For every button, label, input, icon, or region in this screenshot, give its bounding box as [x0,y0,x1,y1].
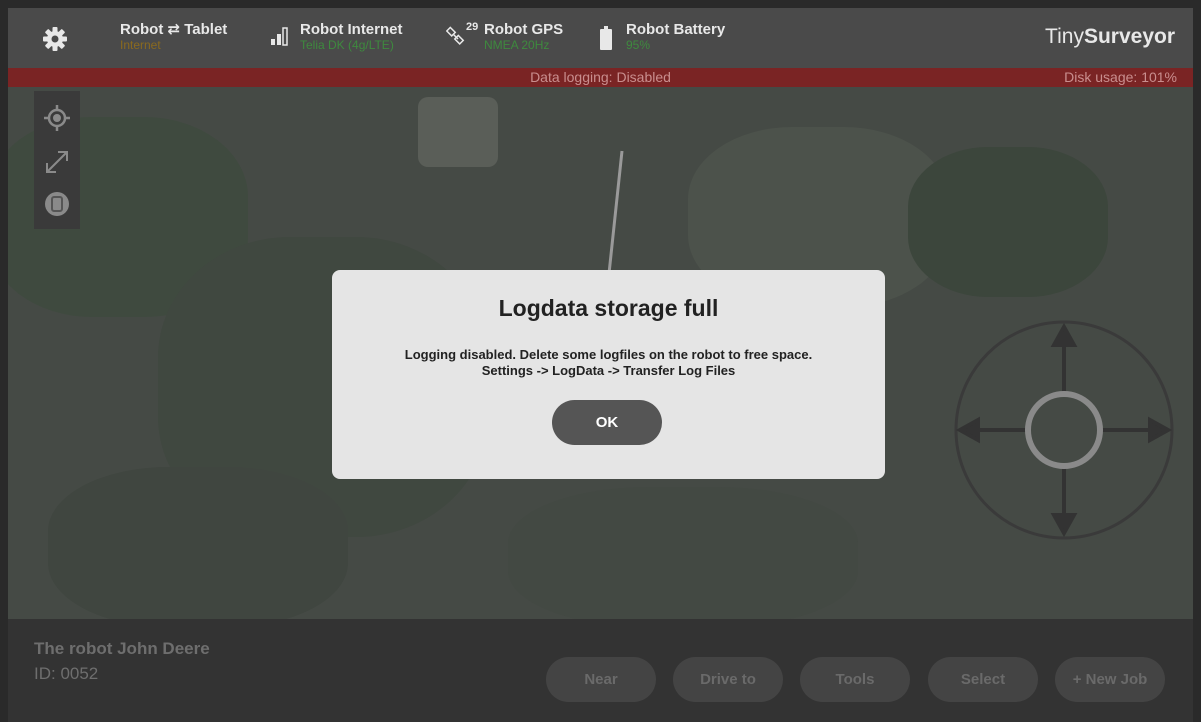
bottom-bar: The robot John Deere ID: 0052 Near Drive… [8,619,1193,722]
robot-heading-line [606,150,624,284]
logging-status: Data logging: Disabled [530,69,671,85]
connection-value: Internet [120,38,161,52]
expand-icon[interactable] [42,147,72,177]
battery-value: 95% [626,38,651,52]
signal-bars-icon [270,26,292,51]
battery-title: Robot Battery [626,21,726,38]
layers-icon[interactable] [42,189,72,219]
storage-full-dialog: Logdata storage full Logging disabled. D… [332,270,885,479]
logging-banner: Data logging: Disabled Disk usage: 101% [8,68,1193,87]
joystick-knob [1025,391,1103,469]
internet-value: Telia DK (4g/LTE) [300,38,394,52]
drive-joystick[interactable] [952,319,1176,541]
disk-usage: Disk usage: 101% [1064,69,1177,85]
gps-value: NMEA 20Hz [484,38,550,52]
map-building [418,97,498,167]
gear-icon[interactable] [42,26,68,52]
near-button[interactable]: Near [546,657,656,702]
dialog-message-line2: Settings -> LogData -> Transfer Log File… [481,363,736,378]
select-button[interactable]: Select [928,657,1038,702]
connection-title: Robot ⇄ Tablet [120,21,228,38]
new-job-button[interactable]: + New Job [1055,657,1165,702]
ok-button[interactable]: OK [552,400,662,445]
top-status-bar: Robot ⇄ Tablet Internet Robot Internet T… [8,8,1193,68]
connection-status: Robot ⇄ Tablet Internet [120,21,228,53]
tools-button[interactable]: Tools [800,657,910,702]
robot-id: ID: 0052 [34,664,99,683]
dialog-message-line1: Logging disabled. Delete some logfiles o… [404,347,813,362]
internet-status: Robot Internet Telia DK (4g/LTE) [270,22,403,52]
battery-icon [600,26,612,55]
map-tools-panel [34,91,80,229]
brand-bold: Surveyor [1083,25,1175,48]
gps-title: Robot GPS [484,21,564,38]
brand-light: Tiny [1045,25,1084,48]
drive-to-button[interactable]: Drive to [673,657,783,702]
battery-status: Robot Battery 95% [600,22,725,55]
gps-status: 29 Robot GPS NMEA 20Hz [445,21,564,55]
satellite-count: 29 [466,21,479,33]
locate-icon[interactable] [42,103,72,133]
map-terrain [508,487,858,619]
dialog-message: Logging disabled. Delete some logfiles o… [332,347,885,379]
brand-logo: TinySurveyor [1045,25,1175,49]
robot-name: The robot John Deere [34,639,210,658]
satellite-icon: 29 [445,21,478,55]
map-terrain [48,467,348,619]
dialog-title: Logdata storage full [498,295,719,321]
map-terrain [908,147,1108,297]
internet-title: Robot Internet [300,21,403,38]
